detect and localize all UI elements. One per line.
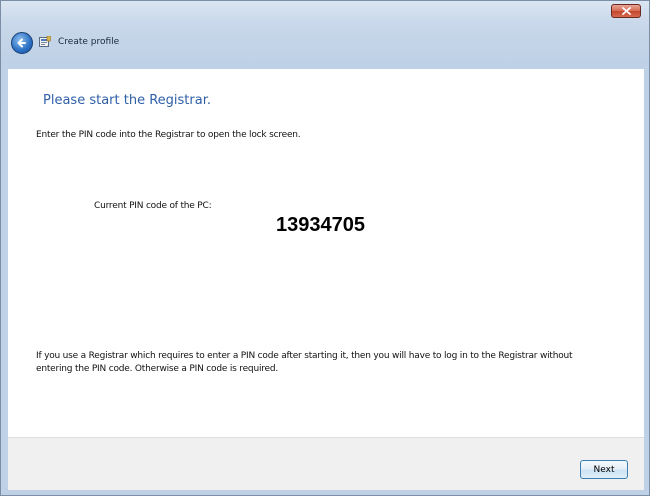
window-title: Create profile — [58, 37, 120, 47]
back-arrow-icon — [17, 38, 26, 48]
next-button[interactable]: Next — [580, 460, 628, 479]
nav-bar: Create profile — [8, 27, 644, 63]
back-button[interactable] — [11, 32, 33, 54]
close-button[interactable] — [611, 4, 641, 18]
page-heading: Please start the Registrar. — [43, 93, 211, 108]
registrar-note: If you use a Registrar which requires to… — [36, 351, 573, 374]
pin-code: 13934705 — [276, 214, 365, 236]
close-icon — [622, 7, 631, 15]
footer-bar: Next — [8, 437, 644, 490]
content-panel: Please start the Registrar. Enter the PI… — [8, 69, 644, 437]
instruction-text: Enter the PIN code into the Registrar to… — [36, 130, 301, 140]
profile-icon — [39, 36, 51, 47]
pin-label: Current PIN code of the PC: — [94, 201, 212, 211]
window: Create profile Please start the Registra… — [0, 0, 650, 496]
